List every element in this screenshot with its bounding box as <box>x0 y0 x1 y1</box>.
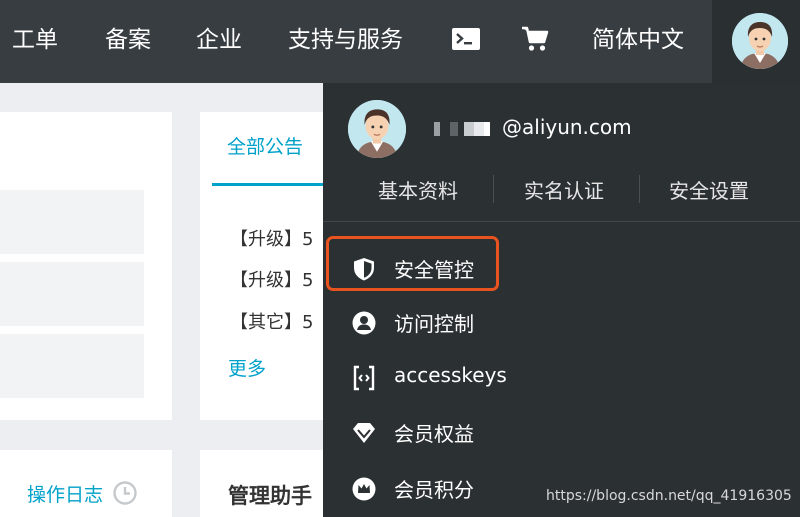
diamond-icon <box>353 423 375 443</box>
security-settings-link[interactable]: 安全设置 <box>669 175 749 204</box>
language-switcher[interactable]: 简体中文 <box>592 0 684 83</box>
more-link[interactable]: 更多 <box>228 354 266 381</box>
placeholder-block <box>0 190 144 254</box>
menu-item-label: 会员权益 <box>394 422 474 446</box>
menu-item-access-control[interactable]: 访问控制 <box>323 297 800 347</box>
divider <box>493 175 494 203</box>
notice-item[interactable]: 【其它】5 <box>230 308 313 334</box>
crown-icon <box>352 477 376 501</box>
active-tab-indicator <box>212 183 323 186</box>
user-circle-icon <box>352 311 376 335</box>
notice-item[interactable]: 【升级】5 <box>230 266 313 292</box>
placeholder-block <box>0 334 144 398</box>
operation-log-label: 操作日志 <box>27 484 104 506</box>
email-domain: @aliyun.com <box>502 115 632 139</box>
basic-profile-link[interactable]: 基本资料 <box>378 175 458 204</box>
menu-item-label: 访问控制 <box>394 312 474 336</box>
avatar <box>732 13 788 69</box>
clock-icon <box>113 481 137 505</box>
highlight-box <box>326 236 499 291</box>
avatar <box>348 100 406 158</box>
nav-support-services[interactable]: 支持与服务 <box>288 0 403 83</box>
account-email: @aliyun.com <box>428 115 632 139</box>
menu-item-label: accesskeys <box>394 363 507 387</box>
cart-icon[interactable] <box>521 26 549 52</box>
code-brackets-icon <box>353 365 375 391</box>
operation-log-link[interactable]: 操作日志 <box>27 480 138 507</box>
account-dropdown-menu: @aliyun.com 基本资料 实名认证 安全设置 安全管控 访问控制 acc… <box>323 83 800 517</box>
menu-item-accesskeys[interactable]: accesskeys <box>323 352 800 402</box>
watermark: https://blog.csdn.net/qq_41916305 <box>546 488 792 504</box>
notice-item[interactable]: 【升级】5 <box>230 225 313 251</box>
helper-title: 管理助手 <box>228 484 312 508</box>
tab-all-notices[interactable]: 全部公告 <box>227 132 303 159</box>
nav-enterprise[interactable]: 企业 <box>196 0 242 83</box>
terminal-icon[interactable] <box>452 28 480 50</box>
real-name-auth-link[interactable]: 实名认证 <box>524 175 604 204</box>
placeholder-block <box>0 262 144 326</box>
divider <box>639 175 640 203</box>
top-navigation-bar: 工单 备案 企业 支持与服务 简体中文 <box>0 0 800 83</box>
nav-filing[interactable]: 备案 <box>105 0 151 83</box>
nav-ticket[interactable]: 工单 <box>12 0 58 83</box>
menu-item-member-benefits[interactable]: 会员权益 <box>323 407 800 457</box>
account-avatar-button[interactable] <box>712 0 800 83</box>
email-redaction <box>428 121 498 136</box>
divider <box>323 221 800 222</box>
menu-item-label: 会员积分 <box>394 478 474 502</box>
